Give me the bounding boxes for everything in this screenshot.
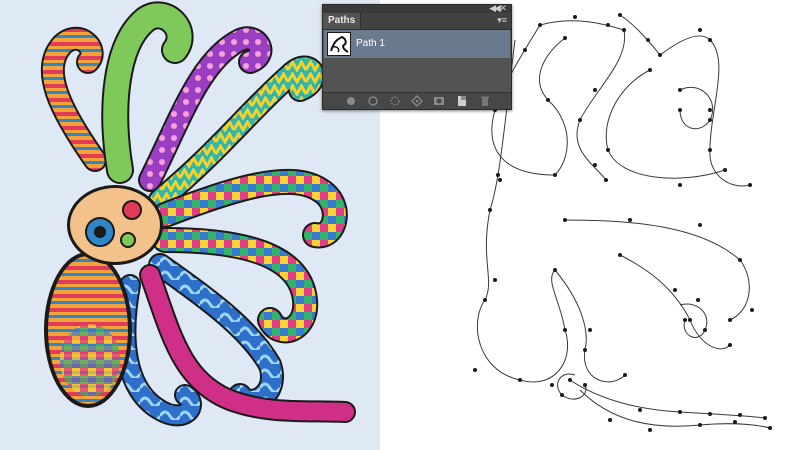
tab-paths[interactable]: Paths bbox=[323, 13, 362, 29]
fill-path-icon[interactable] bbox=[345, 95, 357, 107]
panel-title-bar[interactable]: ◀◀ ✕ bbox=[323, 3, 511, 13]
new-path-icon[interactable] bbox=[456, 95, 468, 107]
panel-menu-icon[interactable]: ▾≡ bbox=[497, 15, 507, 26]
delete-path-icon[interactable] bbox=[479, 95, 491, 107]
path-list-item[interactable]: Path 1 bbox=[324, 30, 510, 58]
make-work-path-icon[interactable] bbox=[411, 95, 423, 107]
panel-bottom-toolbar bbox=[323, 92, 511, 109]
add-mask-icon[interactable] bbox=[433, 95, 445, 107]
path-thumbnail-icon bbox=[327, 32, 351, 56]
load-as-selection-icon[interactable] bbox=[389, 95, 401, 107]
paths-panel: ◀◀ ✕ Paths ▾≡ Path 1 bbox=[322, 3, 512, 110]
path-name-label: Path 1 bbox=[356, 38, 385, 49]
stroke-path-icon[interactable] bbox=[367, 95, 379, 107]
panel-tab-bar: Paths ▾≡ bbox=[323, 13, 511, 30]
